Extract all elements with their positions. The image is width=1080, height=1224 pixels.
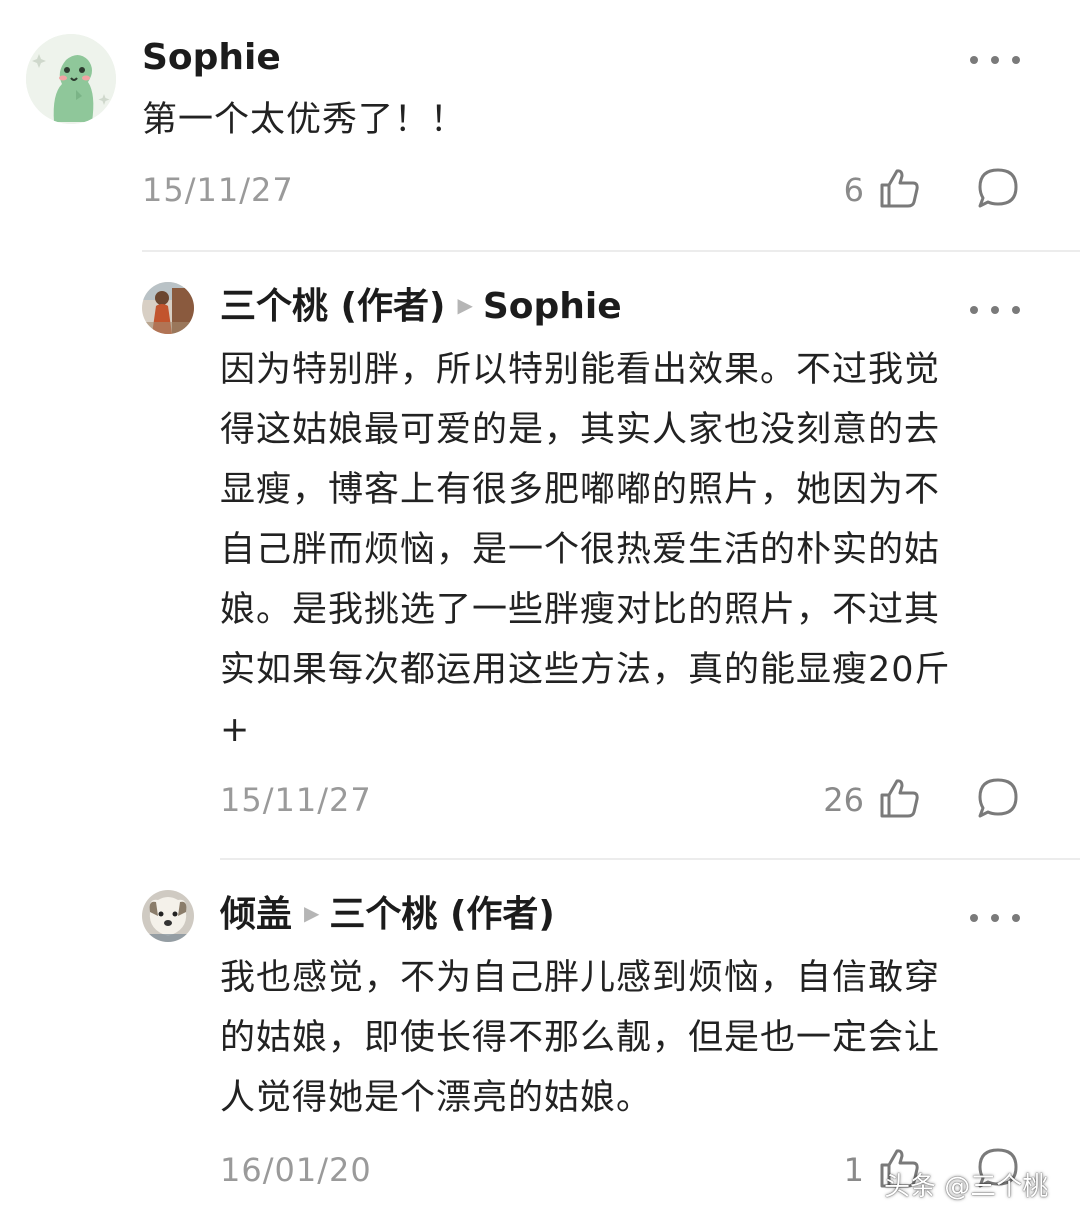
comment-date: 15/11/27 <box>220 781 372 819</box>
text-line: + <box>220 710 251 750</box>
thumbs-up-icon <box>880 169 919 208</box>
dinosaur-avatar-icon <box>26 34 116 124</box>
like-button[interactable] <box>878 166 922 210</box>
more-options-button[interactable] <box>970 300 1020 320</box>
text-line: 显瘦，博客上有很多肥嘟嘟的照片，她因为不 <box>220 470 941 510</box>
comment-author[interactable]: Sophie <box>142 36 281 80</box>
like-count: 26 <box>823 781 864 819</box>
author-name[interactable]: Sophie <box>142 37 281 78</box>
comment-text: 第一个太优秀了！！ <box>142 100 467 140</box>
comment-text: 我也感觉，不为自己胖儿感到烦恼，自信敢穿 的姑娘，即使长得不那么靓，但是也一定会… <box>220 948 1040 1128</box>
text-line: 自己胖而烦恼，是一个很热爱生活的朴实的姑 <box>220 530 941 570</box>
reply-bubble-icon <box>978 778 1018 818</box>
more-dots-icon <box>970 306 978 314</box>
more-dots-icon <box>970 56 978 64</box>
like-count: 6 <box>843 171 864 209</box>
text-line: 因为特别胖，所以特别能看出效果。不过我觉 <box>220 350 941 390</box>
author-name[interactable]: 三个桃 (作者) <box>220 286 445 327</box>
avatar-author[interactable] <box>142 282 194 334</box>
like-count: 1 <box>843 1151 864 1189</box>
reply-to-name[interactable]: 三个桃 (作者) <box>329 894 554 935</box>
like-button[interactable] <box>878 776 922 820</box>
watermark: 头条 @三个桃 <box>884 1172 1049 1202</box>
comment-author: 三个桃 (作者) ▶ Sophie <box>220 285 622 330</box>
thumbs-up-icon <box>880 779 919 818</box>
avatar-qinggai[interactable] <box>142 890 194 942</box>
divider <box>220 858 1080 860</box>
reply-arrow-icon: ▶ <box>457 293 473 317</box>
text-line: 得这姑娘最可爱的是，其实人家也没刻意的去 <box>220 410 941 450</box>
reply-button[interactable] <box>976 776 1020 820</box>
text-line: 娘。是我挑选了一些胖瘦对比的照片，不过其 <box>220 590 941 630</box>
comment-date: 16/01/20 <box>220 1151 372 1189</box>
comment-date: 15/11/27 <box>142 171 294 209</box>
text-line: 人觉得她是个漂亮的姑娘。 <box>220 1078 653 1118</box>
reply-to-name[interactable]: Sophie <box>483 286 622 327</box>
more-options-button[interactable] <box>970 50 1020 70</box>
dog-avatar-icon <box>142 890 194 942</box>
more-options-button[interactable] <box>970 908 1020 928</box>
author-name[interactable]: 倾盖 <box>220 894 292 935</box>
more-dots-icon <box>970 914 978 922</box>
reply-button[interactable] <box>976 166 1020 210</box>
text-line: 实如果每次都运用这些方法，真的能显瘦20斤 <box>220 650 951 690</box>
divider <box>142 250 1080 252</box>
comment-author: 倾盖 ▶ 三个桃 (作者) <box>220 893 555 938</box>
portrait-avatar-icon <box>142 282 194 334</box>
reply-bubble-icon <box>978 168 1018 208</box>
comment-text: 因为特别胖，所以特别能看出效果。不过我觉 得这姑娘最可爱的是，其实人家也没刻意的… <box>220 340 1040 760</box>
text-line: 的姑娘，即使长得不那么靓，但是也一定会让 <box>220 1018 941 1058</box>
avatar-sophie[interactable] <box>26 34 116 124</box>
reply-arrow-icon: ▶ <box>304 901 320 925</box>
text-line: 我也感觉，不为自己胖儿感到烦恼，自信敢穿 <box>220 958 941 998</box>
